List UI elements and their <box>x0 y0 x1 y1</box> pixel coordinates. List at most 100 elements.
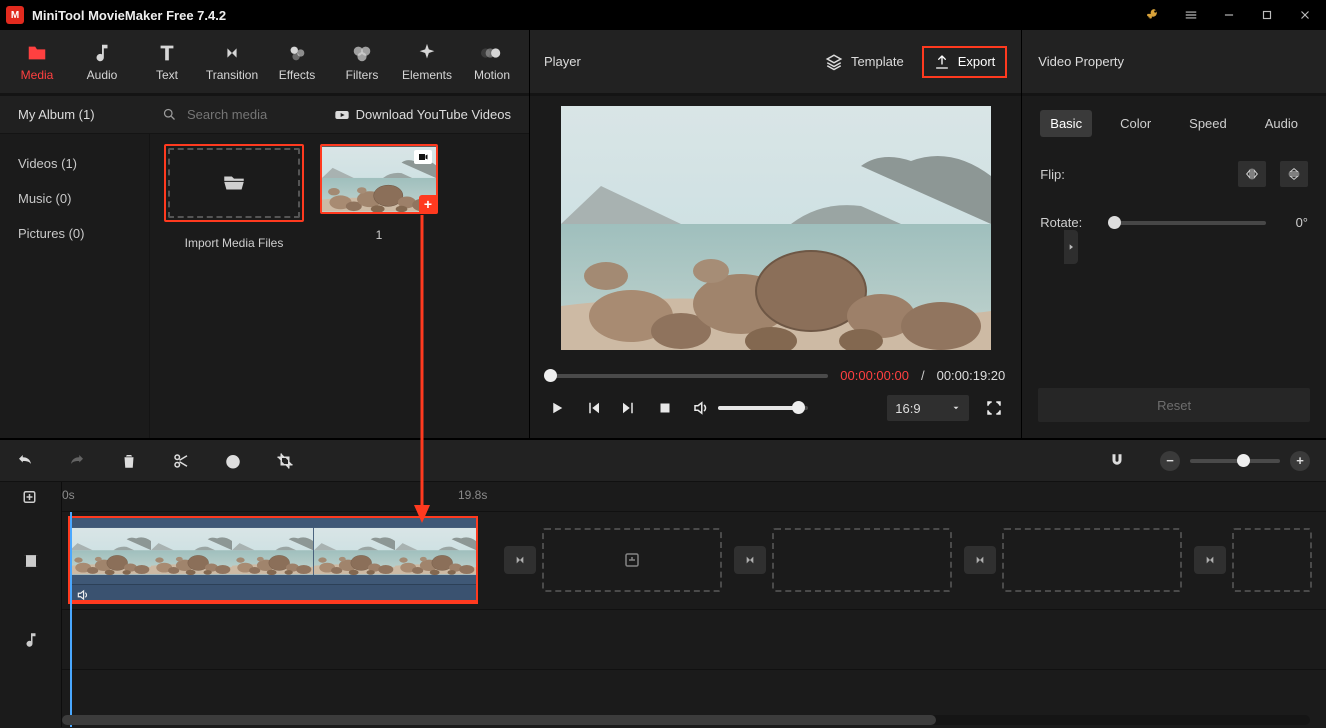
main-tab-bar: Media Audio Text Transition Effects Filt… <box>0 30 529 96</box>
prev-frame-button[interactable] <box>582 397 604 419</box>
volume-icon[interactable] <box>690 397 712 419</box>
aspect-ratio-select[interactable]: 16:9 <box>887 395 969 421</box>
play-button[interactable] <box>546 397 568 419</box>
search-media[interactable] <box>150 106 334 123</box>
chevron-down-icon <box>951 403 961 413</box>
tab-motion[interactable]: Motion <box>461 32 523 92</box>
transition-slot-4[interactable] <box>1194 546 1226 574</box>
transition-slot-1[interactable] <box>504 546 536 574</box>
fullscreen-button[interactable] <box>983 397 1005 419</box>
text-icon <box>156 42 178 64</box>
transition-icon <box>221 42 243 64</box>
volume-slider[interactable] <box>718 406 808 410</box>
tab-media[interactable]: Media <box>6 32 68 92</box>
transition-slot-2[interactable] <box>734 546 766 574</box>
player-title: Player <box>544 54 807 69</box>
player-panel: Player Template Export 00:00:00:00 / 00:… <box>530 30 1022 438</box>
tab-text[interactable]: Text <box>136 32 198 92</box>
motion-icon <box>481 42 503 64</box>
export-icon <box>934 54 950 70</box>
audio-track[interactable] <box>62 610 1326 670</box>
playhead[interactable] <box>70 512 72 727</box>
filters-icon <box>351 42 373 64</box>
export-button[interactable]: Export <box>922 46 1008 78</box>
empty-clip-slot-2[interactable] <box>772 528 952 592</box>
prop-tab-speed[interactable]: Speed <box>1179 110 1237 137</box>
video-track[interactable] <box>62 512 1326 610</box>
crop-button[interactable] <box>276 452 294 470</box>
timeline-toolbar: − + <box>0 440 1326 482</box>
undo-button[interactable] <box>16 452 34 470</box>
flip-vertical-button[interactable] <box>1280 161 1308 187</box>
tab-audio-label: Audio <box>87 68 118 82</box>
album-label[interactable]: My Album (1) <box>0 107 150 122</box>
seek-knob[interactable] <box>544 369 557 382</box>
timeline-clip-1[interactable] <box>68 516 478 604</box>
minimize-icon[interactable] <box>1214 0 1244 30</box>
prop-tab-audio[interactable]: Audio <box>1255 110 1308 137</box>
tab-transition[interactable]: Transition <box>201 32 263 92</box>
split-button[interactable] <box>172 452 190 470</box>
maximize-icon[interactable] <box>1252 0 1282 30</box>
template-button[interactable]: Template <box>817 47 912 77</box>
timeline-scrollbar[interactable] <box>62 715 1310 725</box>
tab-transition-label: Transition <box>206 68 258 82</box>
stop-button[interactable] <box>654 397 676 419</box>
menu-icon[interactable] <box>1176 0 1206 30</box>
export-label: Export <box>958 54 996 69</box>
zoom-slider[interactable] <box>1190 459 1280 463</box>
category-music[interactable]: Music (0) <box>0 181 149 216</box>
tab-elements-label: Elements <box>402 68 452 82</box>
tab-effects-label: Effects <box>279 68 315 82</box>
zoom-in-button[interactable]: + <box>1290 451 1310 471</box>
rotate-slider[interactable] <box>1110 221 1266 225</box>
search-input[interactable] <box>185 106 315 123</box>
video-preview[interactable] <box>561 106 991 350</box>
current-time: 00:00:00:00 <box>840 368 909 383</box>
ruler-mark-0: 0s <box>62 488 75 502</box>
tab-filters-label: Filters <box>346 68 379 82</box>
sparkle-icon <box>416 42 438 64</box>
empty-clip-slot-4[interactable] <box>1232 528 1312 592</box>
zoom-out-button[interactable]: − <box>1160 451 1180 471</box>
search-icon <box>162 107 177 122</box>
speed-button[interactable] <box>224 452 242 470</box>
app-logo: M <box>6 6 24 24</box>
delete-button[interactable] <box>120 452 138 470</box>
music-note-icon <box>91 42 113 64</box>
layers-icon <box>825 53 843 71</box>
close-icon[interactable] <box>1290 0 1320 30</box>
add-track-button[interactable] <box>0 482 61 512</box>
download-youtube-button[interactable]: Download YouTube Videos <box>334 107 529 123</box>
tab-effects[interactable]: Effects <box>266 32 328 92</box>
category-pictures[interactable]: Pictures (0) <box>0 216 149 251</box>
media-clip-1[interactable]: + 1 <box>318 144 440 242</box>
title-bar: M MiniTool MovieMaker Free 7.4.2 <box>0 0 1326 30</box>
tab-audio[interactable]: Audio <box>71 32 133 92</box>
reset-button[interactable]: Reset <box>1038 388 1310 422</box>
collapse-property-panel[interactable] <box>1064 230 1078 264</box>
timeline: − + 0s 19.8s <box>0 438 1326 728</box>
empty-clip-slot-3[interactable] <box>1002 528 1182 592</box>
empty-clip-slot-1[interactable] <box>542 528 722 592</box>
video-track-icon[interactable] <box>0 512 61 610</box>
video-badge-icon <box>414 150 432 164</box>
prop-tab-color[interactable]: Color <box>1110 110 1161 137</box>
upgrade-key-icon[interactable] <box>1138 0 1168 30</box>
prop-tab-basic[interactable]: Basic <box>1040 110 1092 137</box>
seek-bar[interactable]: 00:00:00:00 / 00:00:19:20 <box>546 368 1005 383</box>
import-media-card[interactable]: Import Media Files <box>160 144 308 250</box>
tab-filters[interactable]: Filters <box>331 32 393 92</box>
flip-horizontal-button[interactable] <box>1238 161 1266 187</box>
media-panel: Media Audio Text Transition Effects Filt… <box>0 30 530 438</box>
add-clip-button[interactable]: + <box>419 195 437 213</box>
next-frame-button[interactable] <box>618 397 640 419</box>
media-grid: Import Media Files + 1 <box>150 134 529 438</box>
timeline-ruler[interactable]: 0s 19.8s <box>0 482 1326 512</box>
transition-slot-3[interactable] <box>964 546 996 574</box>
category-videos[interactable]: Videos (1) <box>0 146 149 181</box>
audio-track-icon[interactable] <box>0 610 61 670</box>
redo-button[interactable] <box>68 452 86 470</box>
magnet-button[interactable] <box>1108 452 1126 470</box>
tab-elements[interactable]: Elements <box>396 32 458 92</box>
